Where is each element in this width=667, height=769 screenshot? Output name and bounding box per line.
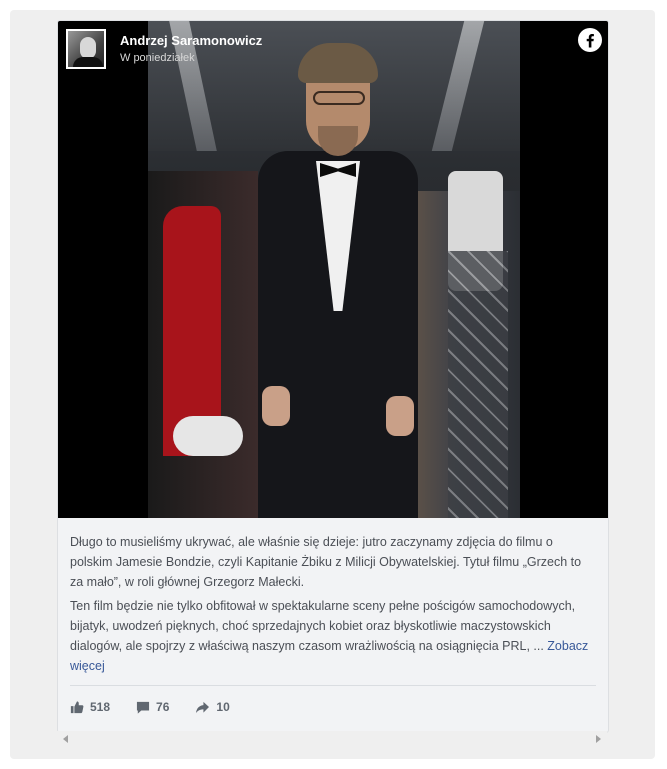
scroll-right-arrow[interactable] [596,735,601,743]
horizontal-scrollbar[interactable] [57,731,607,747]
post-media[interactable]: Andrzej Saramonowicz W poniedziałek [58,21,608,518]
post-stats: 518 76 10 [70,697,256,717]
facebook-icon[interactable] [578,28,602,52]
post-photo[interactable] [148,21,520,518]
post-paragraph-2-text: Ten film będzie nie tylko obfitował w sp… [70,599,576,653]
thumbs-up-icon [70,701,84,714]
photo-subject [258,43,418,518]
avatar[interactable] [66,29,106,69]
post-timestamp[interactable]: W poniedziałek [120,52,195,64]
likes-stat[interactable]: 518 [70,700,110,714]
post-paragraph-1: Długo to musieliśmy ukrywać, ale właśnie… [70,535,582,589]
divider [70,685,596,686]
comment-icon [136,701,150,714]
shares-count: 10 [216,700,230,714]
comments-count: 76 [156,700,170,714]
facebook-post-card: Andrzej Saramonowicz W poniedziałek Dług… [57,20,609,733]
likes-count: 518 [90,700,111,714]
post-paragraph-2: Ten film będzie nie tylko obfitował w sp… [70,596,596,676]
author-name[interactable]: Andrzej Saramonowicz [120,33,262,48]
scroll-left-arrow[interactable] [63,735,68,743]
share-arrow-icon [196,701,210,713]
shares-stat[interactable]: 10 [195,700,230,714]
comments-stat[interactable]: 76 [136,700,169,714]
